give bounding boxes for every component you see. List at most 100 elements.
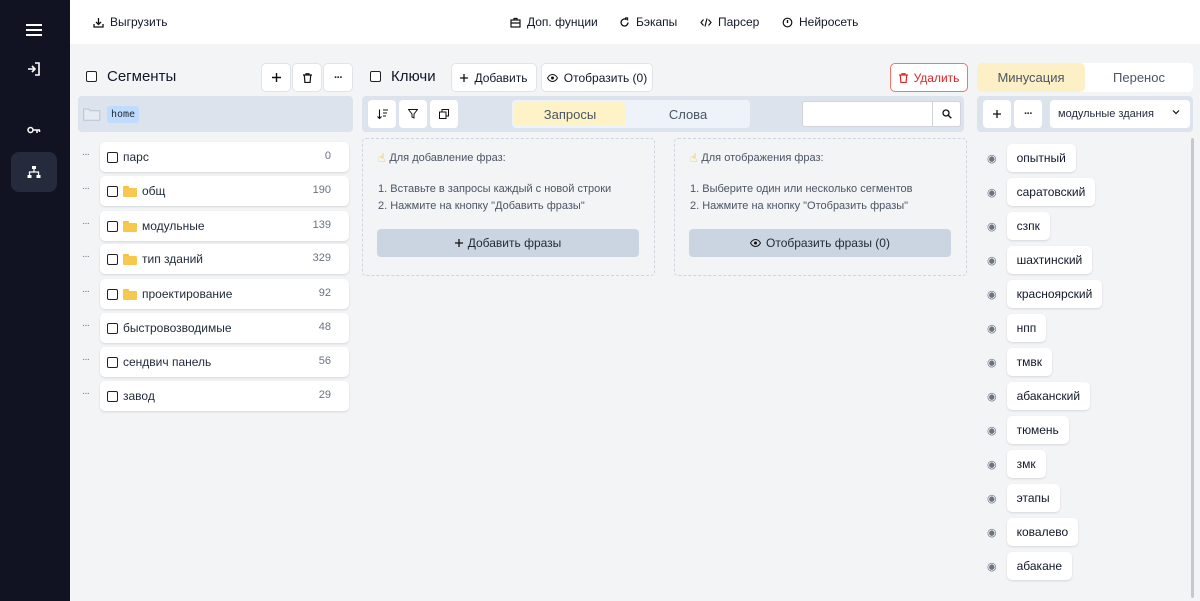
- minus-word[interactable]: этапы: [1006, 484, 1060, 512]
- eye-icon[interactable]: ◉: [987, 560, 997, 573]
- keys-nav-button[interactable]: [11, 110, 57, 150]
- minus-word[interactable]: опытный: [1006, 144, 1076, 172]
- drag-handle-icon[interactable]: ···: [82, 320, 90, 331]
- eye-icon[interactable]: ◉: [987, 254, 997, 267]
- minus-word[interactable]: тюмень: [1006, 416, 1069, 444]
- segment-card[interactable]: модульные: [100, 211, 349, 241]
- segments-select-all-checkbox[interactable]: [86, 71, 97, 82]
- segment-row[interactable]: ··· общ 190: [82, 176, 349, 206]
- drag-handle-icon[interactable]: ···: [82, 286, 90, 297]
- filter-button[interactable]: [399, 100, 427, 128]
- segment-row[interactable]: ··· сендвич панель 56: [82, 347, 349, 377]
- show-phrases-button[interactable]: Отобразить фразы (0): [689, 229, 951, 257]
- minus-list-select[interactable]: модульные здания: [1050, 100, 1190, 128]
- segment-row[interactable]: ··· проектирование 92: [82, 279, 349, 309]
- minus-word-row[interactable]: ◉ шахтинский: [987, 246, 1093, 274]
- add-keys-button[interactable]: Добавить: [451, 63, 537, 92]
- minus-word-row[interactable]: ◉ ковалево: [987, 518, 1079, 546]
- minus-more-button[interactable]: ···: [1014, 100, 1042, 128]
- segment-checkbox[interactable]: [107, 288, 118, 300]
- drag-handle-icon[interactable]: ···: [82, 354, 90, 365]
- tab-minus[interactable]: Минусация: [977, 63, 1085, 92]
- minus-word[interactable]: саратовский: [1006, 178, 1096, 206]
- segment-card[interactable]: тип зданий: [100, 244, 349, 274]
- minus-word[interactable]: нпп: [1006, 314, 1047, 342]
- search-button[interactable]: [932, 101, 961, 127]
- drag-handle-icon[interactable]: ···: [82, 149, 90, 160]
- add-phrases-button[interactable]: Добавить фразы: [377, 229, 639, 257]
- eye-icon[interactable]: ◉: [987, 492, 997, 505]
- minus-word-row[interactable]: ◉ тюмень: [987, 416, 1069, 444]
- neuro-button[interactable]: Нейросеть: [782, 0, 858, 44]
- segment-card[interactable]: парс: [100, 142, 349, 172]
- minus-word[interactable]: красноярский: [1006, 280, 1103, 308]
- copy-button[interactable]: [430, 100, 458, 128]
- add-segment-button[interactable]: [261, 63, 291, 92]
- minus-word-row[interactable]: ◉ нпп: [987, 314, 1047, 342]
- eye-icon[interactable]: ◉: [987, 458, 997, 471]
- extra-functions-button[interactable]: Доп. фунции: [510, 0, 598, 44]
- keys-select-all-checkbox[interactable]: [370, 71, 381, 82]
- minus-word-row[interactable]: ◉ сзпк: [987, 212, 1050, 240]
- drag-handle-icon[interactable]: ···: [82, 183, 90, 194]
- segment-row[interactable]: ··· парс 0: [82, 142, 349, 172]
- eye-icon[interactable]: ◉: [987, 220, 997, 233]
- delete-segment-button[interactable]: [292, 63, 322, 92]
- minus-word-row[interactable]: ◉ этапы: [987, 484, 1060, 512]
- eye-icon[interactable]: ◉: [987, 390, 997, 403]
- segment-card[interactable]: проектирование: [100, 279, 349, 309]
- show-keys-button[interactable]: Отобразить (0): [541, 63, 653, 92]
- minus-word-row[interactable]: ◉ саратовский: [987, 178, 1096, 206]
- drag-handle-icon[interactable]: ···: [82, 218, 90, 229]
- segment-checkbox[interactable]: [107, 322, 118, 334]
- minus-word-row[interactable]: ◉ абаканский: [987, 382, 1091, 410]
- backups-button[interactable]: Бэкапы: [619, 0, 677, 44]
- menu-button[interactable]: [11, 10, 57, 50]
- eye-icon[interactable]: ◉: [987, 322, 997, 335]
- segments-root-row[interactable]: home: [78, 96, 353, 132]
- parser-button[interactable]: Парсер: [700, 0, 759, 44]
- minus-word-row[interactable]: ◉ тмвк: [987, 348, 1052, 376]
- segments-more-button[interactable]: ···: [323, 63, 353, 92]
- minus-word[interactable]: змк: [1006, 450, 1046, 478]
- segment-checkbox[interactable]: [107, 151, 118, 163]
- sort-button[interactable]: [368, 100, 396, 128]
- segment-checkbox[interactable]: [107, 253, 118, 265]
- minus-word[interactable]: абаканский: [1006, 382, 1091, 410]
- login-button[interactable]: [11, 49, 57, 89]
- minus-word[interactable]: тмвк: [1006, 348, 1052, 376]
- keys-search-input[interactable]: [802, 101, 933, 127]
- segment-row[interactable]: ··· завод 29: [82, 381, 349, 411]
- eye-icon[interactable]: ◉: [987, 288, 997, 301]
- minus-word-row[interactable]: ◉ змк: [987, 450, 1046, 478]
- tab-words[interactable]: Слова: [630, 102, 746, 126]
- minus-word-row[interactable]: ◉ опытный: [987, 144, 1076, 172]
- minus-word-row[interactable]: ◉ абакане: [987, 552, 1073, 580]
- eye-icon[interactable]: ◉: [987, 356, 997, 369]
- minus-word[interactable]: сзпк: [1006, 212, 1050, 240]
- segment-row[interactable]: ··· модульные 139: [82, 211, 349, 241]
- segment-card[interactable]: быстровозводимые: [100, 313, 349, 343]
- tab-transfer[interactable]: Перенос: [1085, 63, 1193, 92]
- segments-nav-button[interactable]: [11, 152, 57, 192]
- segment-card[interactable]: общ: [100, 176, 349, 206]
- segment-row[interactable]: ··· быстровозводимые 48: [82, 313, 349, 343]
- segment-card[interactable]: сендвич панель: [100, 347, 349, 377]
- tab-requests[interactable]: Запросы: [514, 102, 626, 126]
- drag-handle-icon[interactable]: ···: [82, 251, 90, 262]
- drag-handle-icon[interactable]: ···: [82, 388, 90, 399]
- eye-icon[interactable]: ◉: [987, 424, 997, 437]
- segment-row[interactable]: ··· тип зданий 329: [82, 244, 349, 274]
- minus-word[interactable]: ковалево: [1006, 518, 1079, 546]
- delete-keys-button[interactable]: Удалить: [890, 63, 968, 92]
- segment-checkbox[interactable]: [107, 390, 118, 402]
- export-button[interactable]: Выгрузить: [93, 0, 168, 44]
- add-minus-button[interactable]: [983, 100, 1011, 128]
- segment-checkbox[interactable]: [107, 220, 118, 232]
- segment-card[interactable]: завод: [100, 381, 349, 411]
- eye-icon[interactable]: ◉: [987, 186, 997, 199]
- segment-checkbox[interactable]: [107, 185, 118, 197]
- eye-icon[interactable]: ◉: [987, 526, 997, 539]
- right-scrollbar[interactable]: [1191, 138, 1194, 598]
- minus-word[interactable]: шахтинский: [1006, 246, 1093, 274]
